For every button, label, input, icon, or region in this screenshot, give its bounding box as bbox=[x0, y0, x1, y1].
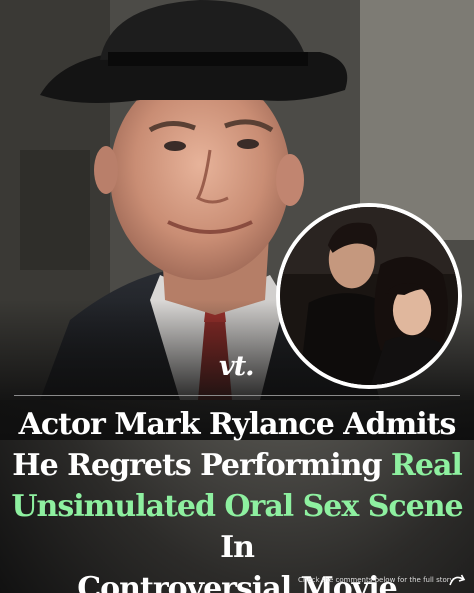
footer-cta-text: Check the comments below for the full st… bbox=[298, 576, 454, 584]
headline-line-3: In bbox=[220, 530, 255, 565]
divider-line bbox=[14, 395, 460, 396]
inset-movie-still bbox=[276, 203, 462, 389]
headline-highlight-2: Unsimulated Oral Sex Scene bbox=[11, 489, 463, 524]
headline-line-2: He Regrets Performing bbox=[12, 448, 391, 483]
headline: Actor Mark Rylance Admits He Regrets Per… bbox=[10, 404, 464, 593]
movie-still-image bbox=[280, 207, 458, 385]
vt-logo: vt. bbox=[219, 351, 255, 382]
headline-highlight-1: Real bbox=[390, 448, 463, 483]
news-post-card: vt. Actor Mark Rylance Admits He Regrets… bbox=[0, 0, 474, 593]
headline-line-1: Actor Mark Rylance Admits bbox=[18, 407, 457, 442]
curved-arrow-icon bbox=[449, 574, 466, 586]
